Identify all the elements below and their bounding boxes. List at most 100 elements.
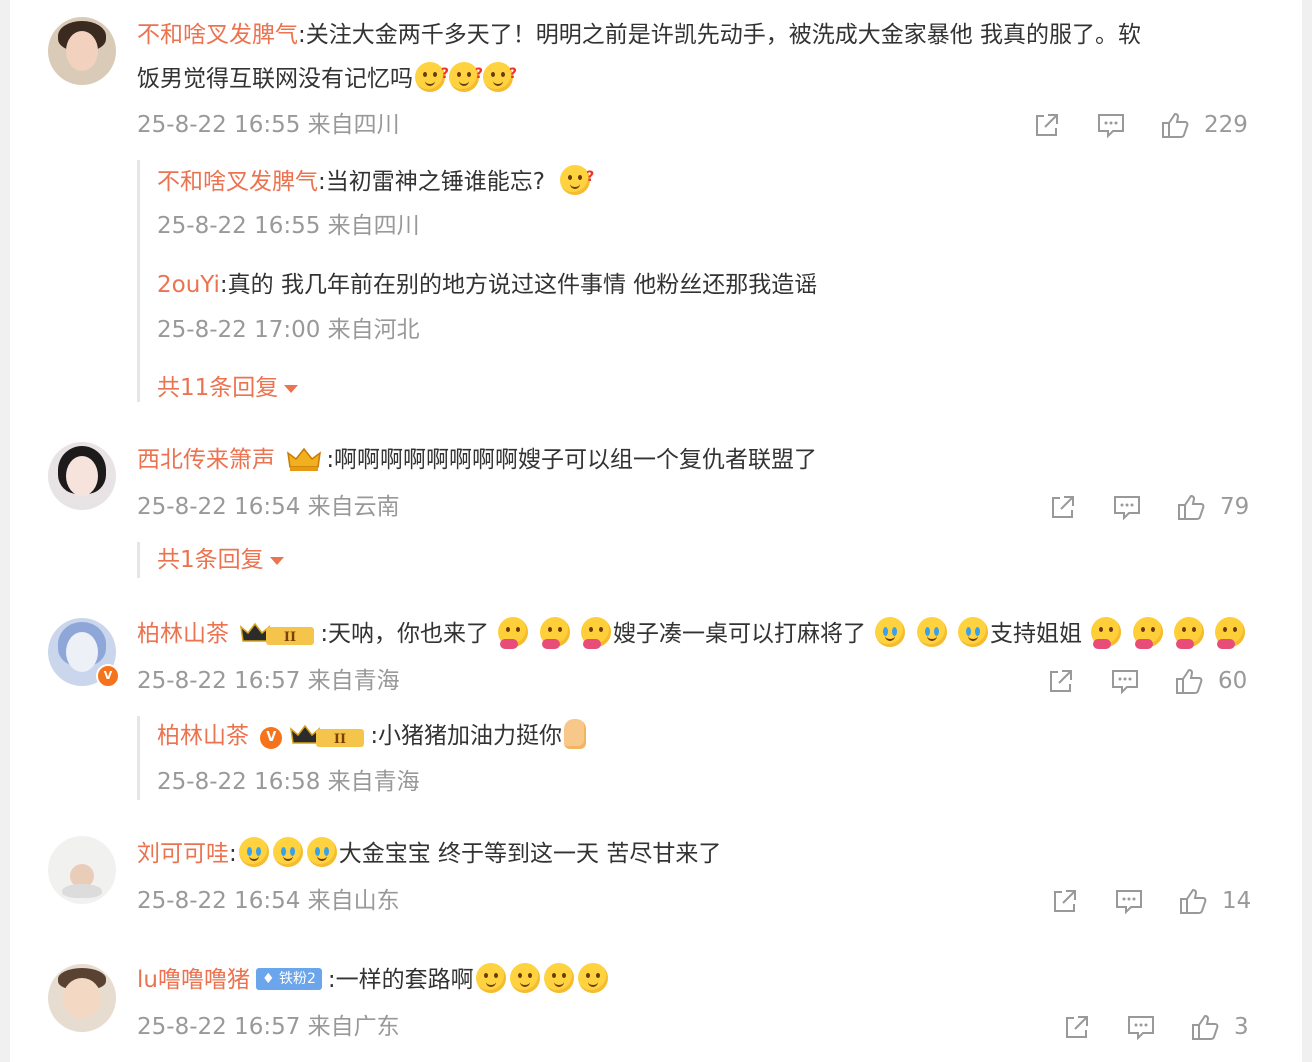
reply-username[interactable]: 柏林山茶: [157, 723, 249, 749]
hug-emoji-icon: [1091, 617, 1122, 649]
share-icon[interactable]: [1048, 492, 1078, 522]
comment-item: 西北传来箫声 :啊啊啊啊啊啊啊啊嫂子可以组一个复仇者联盟了 25-8-22 16…: [0, 430, 1312, 590]
like-count: 60: [1218, 668, 1248, 694]
comment-username[interactable]: 不和啥叉发脾气: [137, 22, 298, 48]
like-count: 79: [1220, 494, 1250, 520]
hug-emoji-icon: [498, 617, 529, 649]
comment-text: :天呐，你也来了: [320, 621, 490, 647]
like-count: 14: [1222, 888, 1252, 914]
comment-timestamp: 25-8-22 16:57 来自广东: [137, 1014, 400, 1040]
hug-emoji-icon: [539, 617, 570, 649]
comment-text: 大金宝宝 终于等到这一天 苦尽甘来了: [338, 841, 722, 867]
comment-text-line: 不和啥叉发脾气:关注大金两千多天了！明明之前是许凯先动手，被洗成大金家暴他 我真…: [137, 15, 1141, 55]
smile-emoji-icon: [577, 963, 608, 993]
comment-username[interactable]: 柏林山茶: [137, 621, 229, 647]
reply-text-line: 不和啥叉发脾气:当初雷神之锤谁能忘?: [157, 157, 594, 202]
comment-text: 支持姐姐: [989, 621, 1082, 647]
comment-timestamp: 25-8-22 16:54 来自山东: [137, 888, 400, 914]
verified-icon: V: [260, 727, 283, 749]
comment-actions: 14: [1050, 886, 1251, 916]
fan-level-badge: ♦ 铁粉2: [255, 968, 322, 990]
like-icon[interactable]: [1174, 666, 1204, 696]
more-replies-label: 共11条回复: [157, 375, 279, 401]
comment-timestamp: 25-8-22 16:57 来自青海: [137, 668, 400, 694]
comment-username[interactable]: 西北传来箫声: [137, 447, 275, 473]
comment-item: V 柏林山茶 II:天呐，你也来了 嫂子凑一桌可以打麻将了 支持姐姐 25-8-…: [0, 604, 1312, 814]
comment-item: 不和啥叉发脾气:关注大金两千多天了！明明之前是许凯先动手，被洗成大金家暴他 我真…: [0, 0, 1312, 420]
thinking-emoji-icon: [415, 54, 449, 94]
comment-actions: 229: [1032, 110, 1248, 140]
comment-actions: 79: [1048, 492, 1249, 522]
reply-text: :真的 我几年前在别的地方说过这件事情 他粉丝还那我造谣: [219, 272, 818, 298]
reply-text: :小猪猪加油力挺你: [370, 723, 563, 749]
comment-actions: 60: [1046, 666, 1247, 696]
chevron-down-icon: [269, 556, 284, 565]
smile-emoji-icon: [509, 963, 540, 993]
reply-thread: 柏林山茶 V II :小猪猪加油力挺你 25-8-22 16:58 来自青海: [137, 716, 587, 800]
avatar[interactable]: [48, 964, 116, 1032]
hug-emoji-icon: [1173, 617, 1204, 649]
like-icon[interactable]: [1176, 492, 1206, 522]
crying-emoji-icon: [875, 617, 906, 647]
more-replies-label: 共1条回复: [157, 547, 264, 573]
more-replies-link[interactable]: 共1条回复: [157, 545, 284, 575]
like-icon[interactable]: [1190, 1012, 1220, 1042]
reply-text: :当初雷神之锤谁能忘?: [318, 169, 545, 195]
thinking-emoji-icon: [449, 54, 483, 94]
vip-crown-icon: II: [290, 724, 365, 747]
like-icon[interactable]: [1178, 886, 1208, 916]
reply-timestamp: 25-8-22 16:58 来自青海: [157, 769, 420, 795]
crying-emoji-icon: [957, 617, 988, 647]
comment-text: :关注大金两千多天了！明明之前是许凯先动手，被洗成大金家暴他 我真的服了。软: [298, 22, 1142, 48]
comment-username[interactable]: lu噜噜噜猪: [137, 967, 250, 993]
comment-timestamp: 25-8-22 16:55 来自四川: [137, 112, 400, 138]
avatar[interactable]: [48, 442, 116, 510]
avatar[interactable]: [48, 17, 116, 85]
vip-crown-icon: [287, 447, 322, 471]
vip-crown-icon: II: [240, 622, 315, 645]
share-icon[interactable]: [1032, 110, 1062, 140]
comment-icon[interactable]: [1110, 666, 1140, 696]
like-count: 3: [1234, 1014, 1249, 1040]
comment-username[interactable]: 刘可可哇: [137, 841, 229, 867]
share-icon[interactable]: [1046, 666, 1076, 696]
hug-emoji-icon: [581, 617, 611, 649]
reply-text-line: 2ouYi:真的 我几年前在别的地方说过这件事情 他粉丝还那我造谣: [157, 265, 817, 305]
reply-timestamp: 25-8-22 16:55 来自四川: [157, 213, 420, 239]
comment-timestamp: 25-8-22 16:54 来自云南: [137, 494, 400, 520]
comment-icon[interactable]: [1096, 110, 1126, 140]
comment-text-line: 西北传来箫声 :啊啊啊啊啊啊啊啊嫂子可以组一个复仇者联盟了: [137, 440, 817, 480]
thinking-emoji-icon: [560, 157, 594, 197]
comment-text: :啊啊啊啊啊啊啊啊嫂子可以组一个复仇者联盟了: [326, 447, 818, 473]
comment-icon[interactable]: [1126, 1012, 1156, 1042]
comment-text-line: lu噜噜噜猪 ♦ 铁粉2:一样的套路啊: [137, 960, 610, 1000]
share-icon[interactable]: [1062, 1012, 1092, 1042]
comment-icon[interactable]: [1112, 492, 1142, 522]
comment-text-line: 柏林山茶 II:天呐，你也来了 嫂子凑一桌可以打麻将了 支持姐姐: [137, 614, 1247, 654]
reply-thread: 共1条回复: [137, 542, 284, 578]
crying-emoji-icon: [272, 837, 303, 867]
avatar[interactable]: [48, 836, 116, 904]
verified-icon: V: [96, 664, 120, 688]
comment-text: 嫂子凑一桌可以打麻将了: [613, 621, 866, 647]
reply-username[interactable]: 2ouYi: [157, 272, 220, 298]
thinking-emoji-icon: [483, 54, 517, 94]
crying-emoji-icon: [306, 837, 337, 867]
comment-icon[interactable]: [1114, 886, 1144, 916]
comment-actions: 3: [1062, 1012, 1249, 1042]
reply-username[interactable]: 不和啥叉发脾气: [157, 169, 318, 195]
more-replies-link[interactable]: 共11条回复: [157, 373, 299, 403]
crying-emoji-icon: [916, 617, 947, 647]
svg-text:II: II: [334, 732, 346, 747]
comment-text-line: 饭男觉得互联网没有记忆吗: [137, 54, 517, 99]
comment-text: 饭男觉得互联网没有记忆吗: [137, 66, 413, 92]
crying-emoji-icon: [238, 837, 269, 867]
smile-emoji-icon: [475, 963, 506, 993]
hug-emoji-icon: [1215, 617, 1246, 649]
comment-text-prefix: :: [229, 841, 237, 867]
share-icon[interactable]: [1050, 886, 1080, 916]
like-count: 229: [1204, 112, 1248, 138]
fan-level-label: 铁粉2: [278, 971, 316, 987]
like-icon[interactable]: [1160, 110, 1190, 140]
comment-text-line: 刘可可哇: 大金宝宝 终于等到这一天 苦尽甘来了: [137, 834, 721, 874]
